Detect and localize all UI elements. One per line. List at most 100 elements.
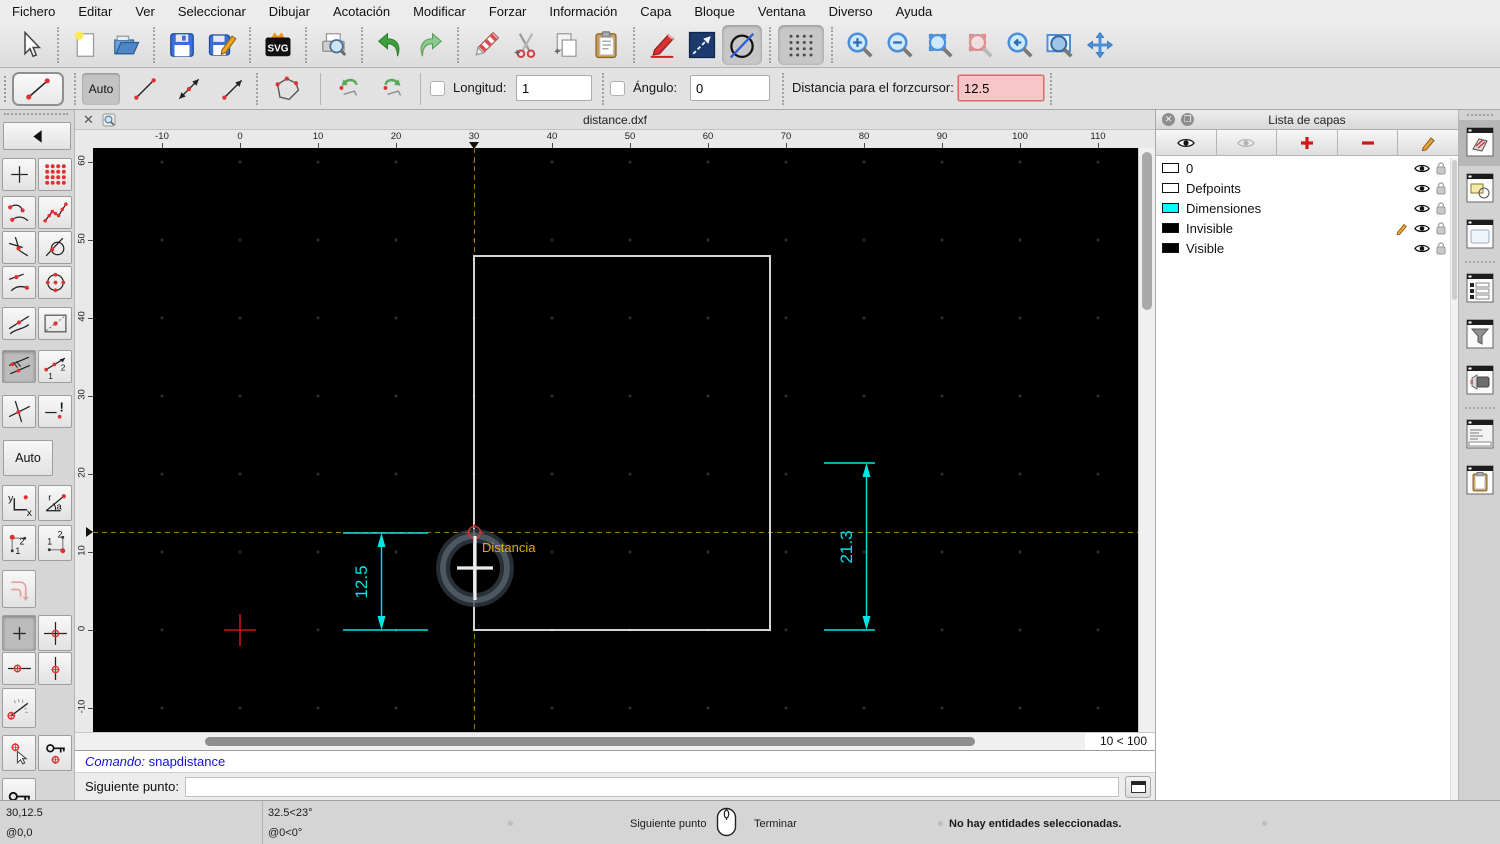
widget-clipboard-button[interactable] <box>1459 458 1500 504</box>
menu-dibujar[interactable]: Dibujar <box>269 4 310 19</box>
layer-lock-icon[interactable] <box>1436 221 1446 235</box>
set-relative-zero-button[interactable] <box>2 735 36 771</box>
polyline-button[interactable] <box>266 73 310 105</box>
remove-layer-button[interactable] <box>1337 130 1399 156</box>
line-both-directions-button[interactable] <box>170 73 208 105</box>
length-checkbox[interactable] <box>430 81 445 96</box>
widget-command-options-button[interactable] <box>1459 358 1500 404</box>
close-panel-button[interactable]: ✕ <box>1162 113 1175 126</box>
snap-middle-button[interactable] <box>2 307 36 340</box>
menu-ayuda[interactable]: Ayuda <box>896 4 933 19</box>
snap-bounding-box-button[interactable] <box>38 307 72 340</box>
zoom-pan-button[interactable] <box>1080 25 1120 65</box>
undo-button[interactable] <box>370 25 410 65</box>
snap-intersection-button[interactable] <box>2 395 36 428</box>
layer-lock-icon[interactable] <box>1436 161 1446 175</box>
menu-bloque[interactable]: Bloque <box>694 4 734 19</box>
restrict-angle-button[interactable] <box>2 688 36 728</box>
snap-grid-button[interactable] <box>38 158 72 191</box>
redo-button[interactable] <box>410 25 450 65</box>
layer-row-0[interactable]: 0 <box>1156 158 1450 178</box>
menu-forzar[interactable]: Forzar <box>489 4 527 19</box>
add-layer-button[interactable] <box>1277 130 1338 156</box>
corner-snap-2-button[interactable]: 12 <box>38 525 72 561</box>
zoom-auto-button[interactable] <box>920 25 960 65</box>
restrict-nothing-button[interactable] <box>2 615 36 651</box>
current-tool-line[interactable] <box>12 72 64 106</box>
zoom-in-button[interactable] <box>840 25 880 65</box>
zoom-window-button[interactable] <box>1040 25 1080 65</box>
save-button[interactable] <box>162 25 202 65</box>
corner-snap-1-button[interactable]: 12 <box>2 525 36 561</box>
delete-tool-button[interactable] <box>466 25 506 65</box>
open-file-button[interactable] <box>106 25 146 65</box>
line-auto-button[interactable]: Auto <box>82 73 120 105</box>
layer-row-visible[interactable]: Visible <box>1156 238 1450 258</box>
draft-preview-button[interactable] <box>682 25 722 65</box>
svg-export-button[interactable]: SVG <box>258 25 298 65</box>
widget-library-browser-button[interactable] <box>1459 212 1500 258</box>
vertical-scrollbar[interactable] <box>1138 148 1155 732</box>
restrict-orthogonal-button[interactable] <box>2 570 36 608</box>
undo-segment-button[interactable] <box>330 73 368 105</box>
menu-fichero[interactable]: Fichero <box>12 4 55 19</box>
rectangle-entity[interactable] <box>473 255 771 631</box>
draft-mode-toggle[interactable] <box>722 24 762 65</box>
zoom-selection-button[interactable] <box>960 25 1000 65</box>
panel-scrollbar[interactable] <box>1450 158 1458 800</box>
copy-button[interactable] <box>546 25 586 65</box>
menu-ventana[interactable]: Ventana <box>758 4 806 19</box>
detach-command-line-button[interactable] <box>1125 775 1151 798</box>
menu-seleccionar[interactable]: Seleccionar <box>178 4 246 19</box>
cut-button[interactable] <box>506 25 546 65</box>
restrict-horizontal-button[interactable] <box>2 652 36 685</box>
snap-reference-button[interactable] <box>2 266 36 299</box>
show-all-layers-button[interactable] <box>1156 130 1217 156</box>
detach-panel-button[interactable]: ❐ <box>1181 113 1194 126</box>
snap-distance-button[interactable]: 12 <box>38 350 72 383</box>
menu-diverso[interactable]: Diverso <box>829 4 873 19</box>
layer-visible-icon[interactable] <box>1414 183 1430 194</box>
layer-row-invisible[interactable]: Invisible <box>1156 218 1450 238</box>
layer-visible-icon[interactable] <box>1414 163 1430 174</box>
widget-selection-filter-button[interactable] <box>1459 312 1500 358</box>
menu-modificar[interactable]: Modificar <box>413 4 466 19</box>
length-input[interactable] <box>516 75 592 101</box>
snap-on-entity-button[interactable] <box>38 196 72 229</box>
ray-button[interactable] <box>214 73 252 105</box>
snap-free-button[interactable] <box>2 158 36 191</box>
layer-visible-icon[interactable] <box>1414 203 1430 214</box>
zoom-previous-button[interactable] <box>1000 25 1040 65</box>
paste-button[interactable] <box>586 25 626 65</box>
line-2points-button[interactable] <box>126 73 164 105</box>
snap-endpoints-button[interactable] <box>2 196 36 229</box>
widget-layer-list-button[interactable] <box>1458 120 1500 166</box>
horizontal-scrollbar[interactable]: 10 < 100 <box>75 732 1155 750</box>
menu-editar[interactable]: Editar <box>78 4 112 19</box>
vertical-scrollbar-thumb[interactable] <box>1142 152 1152 310</box>
lock-relative-zero-button[interactable] <box>38 735 72 771</box>
panel-scrollbar-thumb[interactable] <box>1452 160 1457 300</box>
menu-acotacion[interactable]: Acotación <box>333 4 390 19</box>
back-button[interactable] <box>3 122 71 150</box>
layer-row-defpoints[interactable]: Defpoints <box>1156 178 1450 198</box>
edit-layer-button[interactable] <box>1398 130 1458 156</box>
widget-command-line-button[interactable] <box>1459 412 1500 458</box>
coordinate-cartesian-button[interactable]: yx <box>2 485 36 521</box>
snap-center-button[interactable] <box>38 266 72 299</box>
print-preview-button[interactable] <box>314 25 354 65</box>
grid-toggle[interactable] <box>778 24 824 65</box>
redo-segment-button[interactable] <box>374 73 412 105</box>
menu-capa[interactable]: Capa <box>640 4 671 19</box>
layer-lock-icon[interactable] <box>1436 241 1446 255</box>
snap-distance-input[interactable] <box>957 74 1045 102</box>
layer-visible-icon[interactable] <box>1414 223 1430 234</box>
restrict-xy-button[interactable] <box>38 615 72 651</box>
horizontal-scrollbar-thumb[interactable] <box>205 737 975 746</box>
restrict-vertical-button[interactable] <box>38 652 72 685</box>
save-as-button[interactable] <box>202 25 242 65</box>
layer-row-dimensiones[interactable]: Dimensiones <box>1156 198 1450 218</box>
new-file-button[interactable] <box>66 25 106 65</box>
snap-intersection-manual-button[interactable]: ! <box>38 395 72 428</box>
menu-informacion[interactable]: Información <box>549 4 617 19</box>
